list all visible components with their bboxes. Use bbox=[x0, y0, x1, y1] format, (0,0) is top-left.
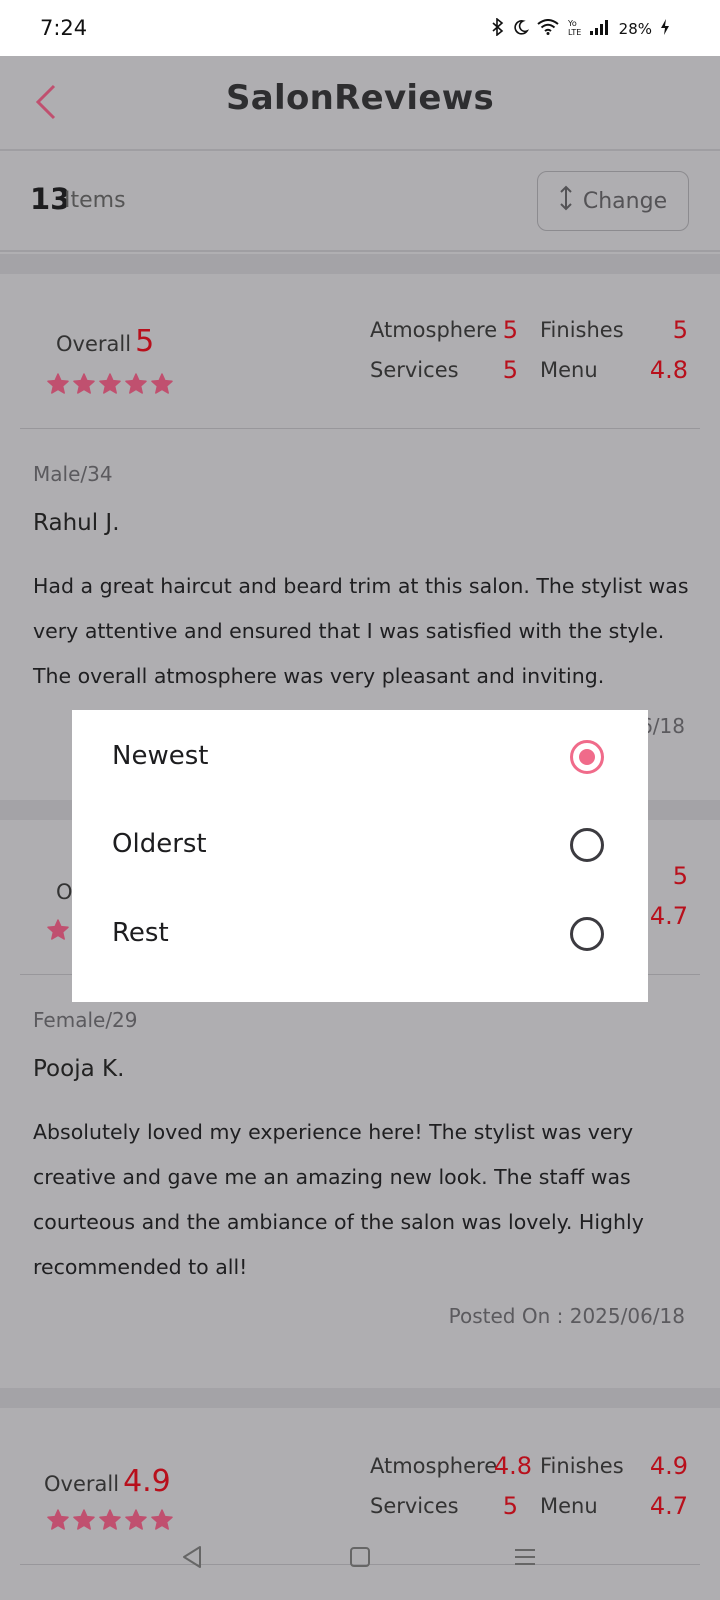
sort-arrows-icon bbox=[559, 185, 573, 217]
star-icon bbox=[99, 373, 121, 394]
metric-label-services: Services bbox=[370, 1494, 459, 1518]
change-label: Change bbox=[582, 188, 668, 214]
review-text: Had a great haircut and beard trim at th… bbox=[33, 574, 689, 688]
sort-option-rest[interactable]: Rest bbox=[72, 891, 648, 979]
app-header: SalonReviews bbox=[0, 56, 720, 151]
metric-value-finishes: 4.9 bbox=[649, 1452, 688, 1480]
bluetooth-icon bbox=[491, 17, 505, 40]
star-icon bbox=[151, 373, 173, 394]
star-rating bbox=[46, 1508, 174, 1532]
radio-button[interactable] bbox=[570, 917, 604, 951]
sort-option-oldest[interactable]: Olderst bbox=[72, 802, 648, 890]
signal-icon bbox=[589, 19, 611, 39]
overall-label: Overall bbox=[56, 332, 132, 356]
card-separator bbox=[0, 254, 720, 274]
star-icon bbox=[73, 373, 95, 394]
volte-icon: Yo LTE bbox=[567, 18, 581, 40]
recents-menu-icon[interactable] bbox=[510, 1542, 540, 1572]
metric-value-services: 5 bbox=[502, 356, 518, 384]
status-icons: Yo LTE 28% bbox=[491, 17, 670, 40]
star-icon bbox=[125, 373, 147, 394]
star-icon bbox=[47, 373, 69, 394]
metric-value-finishes: 5 bbox=[672, 316, 688, 344]
page-title: SalonReviews bbox=[225, 78, 494, 118]
star-rating bbox=[46, 372, 174, 396]
star-icon bbox=[47, 1509, 69, 1530]
charging-icon bbox=[660, 18, 670, 40]
metric-value-menu: 4.8 bbox=[649, 356, 688, 384]
radio-button[interactable] bbox=[570, 828, 604, 862]
metric-label-atmosphere: Atmosphere bbox=[370, 1454, 498, 1478]
system-nav-bar bbox=[0, 1540, 720, 1590]
metric-value-atmosphere: 5 bbox=[502, 316, 518, 344]
sort-option-label: Rest bbox=[112, 918, 169, 948]
star-icon bbox=[99, 1509, 121, 1530]
wifi-icon bbox=[537, 19, 559, 39]
reviewer-name: Rahul J. bbox=[33, 510, 120, 536]
sort-option-label: Newest bbox=[112, 741, 209, 771]
overall-label: Overall bbox=[44, 1472, 120, 1496]
sort-option-label: Olderst bbox=[112, 829, 207, 859]
svg-text:Yo: Yo bbox=[567, 19, 577, 28]
review-text: Absolutely loved my experience here! The… bbox=[33, 1120, 644, 1279]
battery-text: 28% bbox=[618, 20, 652, 38]
metric-label-menu: Menu bbox=[540, 1494, 598, 1518]
metric-label-services: Services bbox=[370, 358, 459, 382]
items-label: Items bbox=[64, 188, 126, 213]
items-bar: 13 Items Change bbox=[0, 152, 720, 252]
status-time: 7:24 bbox=[40, 16, 88, 40]
svg-text:LTE: LTE bbox=[568, 28, 581, 36]
overall-value: 5 bbox=[135, 324, 155, 359]
metric-value-menu: 4.7 bbox=[649, 1492, 688, 1520]
radio-button-selected[interactable] bbox=[570, 740, 604, 774]
moon-icon bbox=[513, 19, 529, 39]
back-triangle-icon[interactable] bbox=[178, 1542, 208, 1572]
metric-label-menu: Menu bbox=[540, 358, 598, 382]
metric-label-finishes: Finishes bbox=[540, 1454, 624, 1478]
metric-value-services: 5 bbox=[502, 1492, 518, 1520]
change-sort-button[interactable]: Change bbox=[537, 171, 689, 231]
reviewer-demographic: Male/34 bbox=[33, 462, 113, 486]
card-separator bbox=[0, 1388, 720, 1408]
sort-dialog: Newest Olderst Rest bbox=[72, 710, 648, 1002]
metric-value-atmosphere: 4.8 bbox=[493, 1452, 532, 1480]
overall-rating: Overall 4.9 bbox=[44, 1464, 171, 1499]
star-rating bbox=[46, 918, 70, 942]
star-icon bbox=[125, 1509, 147, 1530]
metric-label-finishes: Finishes bbox=[540, 318, 624, 342]
overall-label: O bbox=[56, 880, 73, 904]
metric-label-atmosphere: Atmosphere bbox=[370, 318, 498, 342]
reviewer-demographic: Female/29 bbox=[33, 1008, 138, 1032]
sort-option-newest[interactable]: Newest bbox=[72, 714, 648, 802]
star-icon bbox=[47, 919, 69, 940]
posted-date: Posted On : 2025/06/18 bbox=[448, 1304, 685, 1328]
overall-rating: O bbox=[56, 880, 73, 904]
status-bar: 7:24 Yo LTE 28% bbox=[0, 0, 720, 56]
reviewer-name: Pooja K. bbox=[33, 1056, 125, 1082]
overall-rating: Overall 5 bbox=[56, 324, 154, 359]
divider bbox=[20, 428, 700, 429]
star-icon bbox=[151, 1509, 173, 1530]
overall-value: 4.9 bbox=[123, 1464, 171, 1499]
home-square-icon[interactable] bbox=[345, 1542, 375, 1572]
star-icon bbox=[73, 1509, 95, 1530]
